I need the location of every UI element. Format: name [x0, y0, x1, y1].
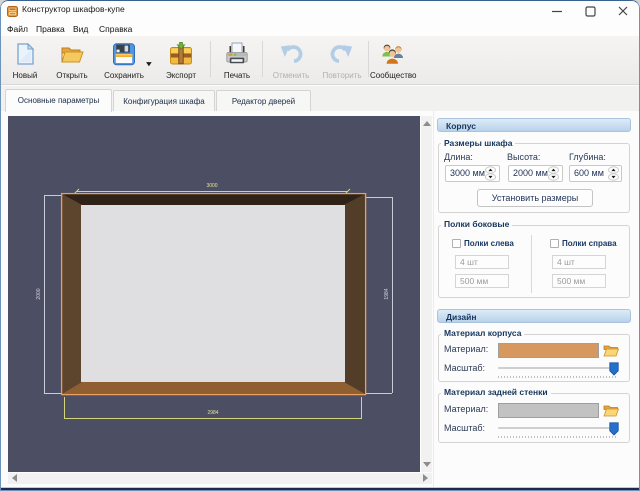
svg-text:1984: 1984 — [384, 288, 390, 299]
svg-text:2984: 2984 — [207, 410, 218, 416]
svg-text:3000: 3000 — [206, 183, 217, 189]
svg-text:2000: 2000 — [36, 288, 42, 299]
